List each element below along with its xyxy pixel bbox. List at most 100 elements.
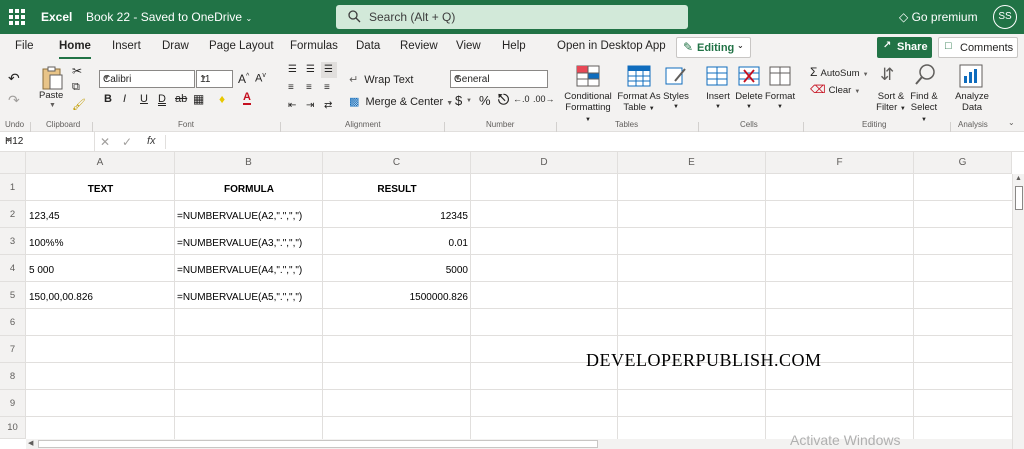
tab-review[interactable]: Review xyxy=(400,40,438,52)
decrease-decimal-icon[interactable]: .00→ xyxy=(533,94,555,104)
cell-a1[interactable]: TEXT xyxy=(26,184,175,195)
column-header-e[interactable]: E xyxy=(618,152,766,174)
chevron-down-icon[interactable]: ▼ xyxy=(466,98,472,104)
increase-decimal-icon[interactable]: ←.0 xyxy=(513,94,530,104)
wrap-text-button[interactable]: ↵ Wrap Text xyxy=(349,73,413,86)
delete-cells-icon[interactable] xyxy=(738,65,760,87)
grow-font-icon[interactable]: A^ xyxy=(238,72,249,86)
cell-c2[interactable]: 12345 xyxy=(323,211,468,222)
paste-button[interactable]: Paste xyxy=(39,90,63,101)
cancel-icon[interactable]: ✕ xyxy=(100,135,110,149)
conditional-formatting-button[interactable]: Conditional Formatting ▼ xyxy=(562,91,614,126)
insert-cells-button[interactable]: Insert ▼ xyxy=(704,91,732,113)
cell-b5[interactable]: =NUMBERVALUE(A5,".",",") xyxy=(177,292,302,303)
align-bottom-icon[interactable]: ☰ xyxy=(321,62,337,78)
align-top-icon[interactable]: ☰ xyxy=(288,64,297,75)
enter-icon[interactable]: ✓ xyxy=(122,135,132,149)
analyze-data-icon[interactable] xyxy=(959,64,983,91)
scroll-left-icon[interactable]: ◀ xyxy=(28,439,33,447)
row-header-10[interactable]: 10 xyxy=(0,417,26,439)
styles-button[interactable]: Styles ▼ xyxy=(662,91,690,113)
analyze-data-button[interactable]: Analyze Data xyxy=(953,91,991,113)
undo-icon[interactable]: ↶ xyxy=(8,70,20,87)
tab-home[interactable]: Home xyxy=(59,40,91,59)
insert-function-icon[interactable]: fx xyxy=(147,135,156,147)
cell-b2[interactable]: =NUMBERVALUE(A2,".",",") xyxy=(177,211,302,222)
align-right-icon[interactable]: ≡ xyxy=(324,82,330,93)
chevron-down-icon[interactable]: ⌄ xyxy=(1008,118,1015,127)
conditional-formatting-icon[interactable] xyxy=(576,65,600,87)
chevron-down-icon[interactable]: ▼ xyxy=(49,102,56,109)
currency-icon[interactable]: $ xyxy=(455,93,462,108)
app-launcher-icon[interactable] xyxy=(9,9,25,25)
strikethrough-icon[interactable]: ab xyxy=(175,93,187,105)
merge-center-button[interactable]: ▩ Merge & Center ▼ xyxy=(349,95,453,108)
percent-icon[interactable]: % xyxy=(479,93,491,108)
paste-icon[interactable] xyxy=(40,65,64,91)
vertical-scroll-thumb[interactable] xyxy=(1015,186,1023,210)
sort-filter-icon[interactable]: ⇵ xyxy=(880,65,894,85)
borders-icon[interactable]: ▦ xyxy=(193,92,204,106)
font-color-icon[interactable]: A xyxy=(243,92,251,105)
sort-filter-button[interactable]: Sort & Filter ▼ xyxy=(874,91,908,115)
tab-insert[interactable]: Insert xyxy=(112,40,141,52)
shrink-font-icon[interactable]: Av xyxy=(255,72,266,85)
editing-mode-button[interactable]: ✎ Editing ⌄ xyxy=(676,37,751,58)
app-name[interactable]: Excel xyxy=(41,10,72,24)
cell-c1[interactable]: RESULT xyxy=(323,184,471,195)
find-select-icon[interactable] xyxy=(914,63,936,90)
column-header-f[interactable]: F xyxy=(766,152,914,174)
cell-a3[interactable]: 100%% xyxy=(29,238,63,249)
align-middle-icon[interactable]: ☰ xyxy=(306,64,315,75)
fill-color-icon[interactable]: ♦ xyxy=(219,92,225,106)
cell-a5[interactable]: 150,00,00.826 xyxy=(29,292,93,303)
cell-b4[interactable]: =NUMBERVALUE(A4,".",",") xyxy=(177,265,302,276)
row-header-1[interactable]: 1 xyxy=(0,174,26,201)
tab-view[interactable]: View xyxy=(456,40,481,52)
row-header-9[interactable]: 9 xyxy=(0,390,26,417)
cell-b1[interactable]: FORMULA xyxy=(175,184,323,195)
decrease-indent-icon[interactable]: ⇤ xyxy=(288,100,296,111)
format-as-table-button[interactable]: Format As Table ▼ xyxy=(617,91,661,115)
cut-icon[interactable]: ✂ xyxy=(72,64,82,78)
align-left-icon[interactable]: ≡ xyxy=(288,82,294,93)
delete-cells-button[interactable]: Delete ▼ xyxy=(735,91,763,113)
clear-button[interactable]: ⌫ Clear ▼ xyxy=(810,83,860,96)
cell-c3[interactable]: 0.01 xyxy=(323,238,468,249)
row-header-4[interactable]: 4 xyxy=(0,255,26,282)
column-header-d[interactable]: D xyxy=(471,152,618,174)
format-as-table-icon[interactable] xyxy=(627,65,651,87)
row-header-7[interactable]: 7 xyxy=(0,336,26,363)
cell-b3[interactable]: =NUMBERVALUE(A3,".",",") xyxy=(177,238,302,249)
search-box[interactable]: Search (Alt + Q) xyxy=(336,5,688,29)
go-premium-button[interactable]: ◇ Go premium xyxy=(899,10,978,24)
tab-data[interactable]: Data xyxy=(356,40,380,52)
format-painter-icon[interactable]: 🖌 xyxy=(72,98,86,111)
name-box[interactable]: H12 ▼ xyxy=(0,132,95,152)
copy-icon[interactable]: ⧉ xyxy=(72,81,80,94)
cell-a2[interactable]: 123,45 xyxy=(29,211,60,222)
tab-help[interactable]: Help xyxy=(502,40,526,52)
insert-cells-icon[interactable] xyxy=(706,65,728,87)
comma-style-icon[interactable]: ⎋ xyxy=(498,91,509,108)
bold-icon[interactable]: B xyxy=(104,93,112,105)
share-button[interactable]: ↗ Share xyxy=(877,37,932,58)
autosum-button[interactable]: Σ AutoSum ▼ xyxy=(810,65,869,79)
double-underline-icon[interactable]: D xyxy=(158,93,166,105)
font-name-dropdown[interactable]: Calibri ▼ xyxy=(99,70,195,88)
styles-icon[interactable] xyxy=(665,65,687,87)
text-direction-icon[interactable]: ⇄ xyxy=(324,100,332,111)
select-all-corner[interactable] xyxy=(0,152,26,174)
scroll-up-icon[interactable]: ▲ xyxy=(1015,175,1022,182)
find-select-button[interactable]: Find & Select ▼ xyxy=(907,91,941,126)
tab-file[interactable]: File xyxy=(15,40,34,52)
row-header-3[interactable]: 3 xyxy=(0,228,26,255)
cell-a4[interactable]: 5 000 xyxy=(29,265,54,276)
column-header-a[interactable]: A xyxy=(26,152,175,174)
column-header-c[interactable]: C xyxy=(323,152,471,174)
row-header-2[interactable]: 2 xyxy=(0,201,26,228)
align-center-icon[interactable]: ≡ xyxy=(306,82,312,93)
number-format-dropdown[interactable]: General ▼ xyxy=(450,70,548,88)
tab-page-layout[interactable]: Page Layout xyxy=(209,40,274,52)
comments-button[interactable]: □ Comments xyxy=(938,37,1018,58)
